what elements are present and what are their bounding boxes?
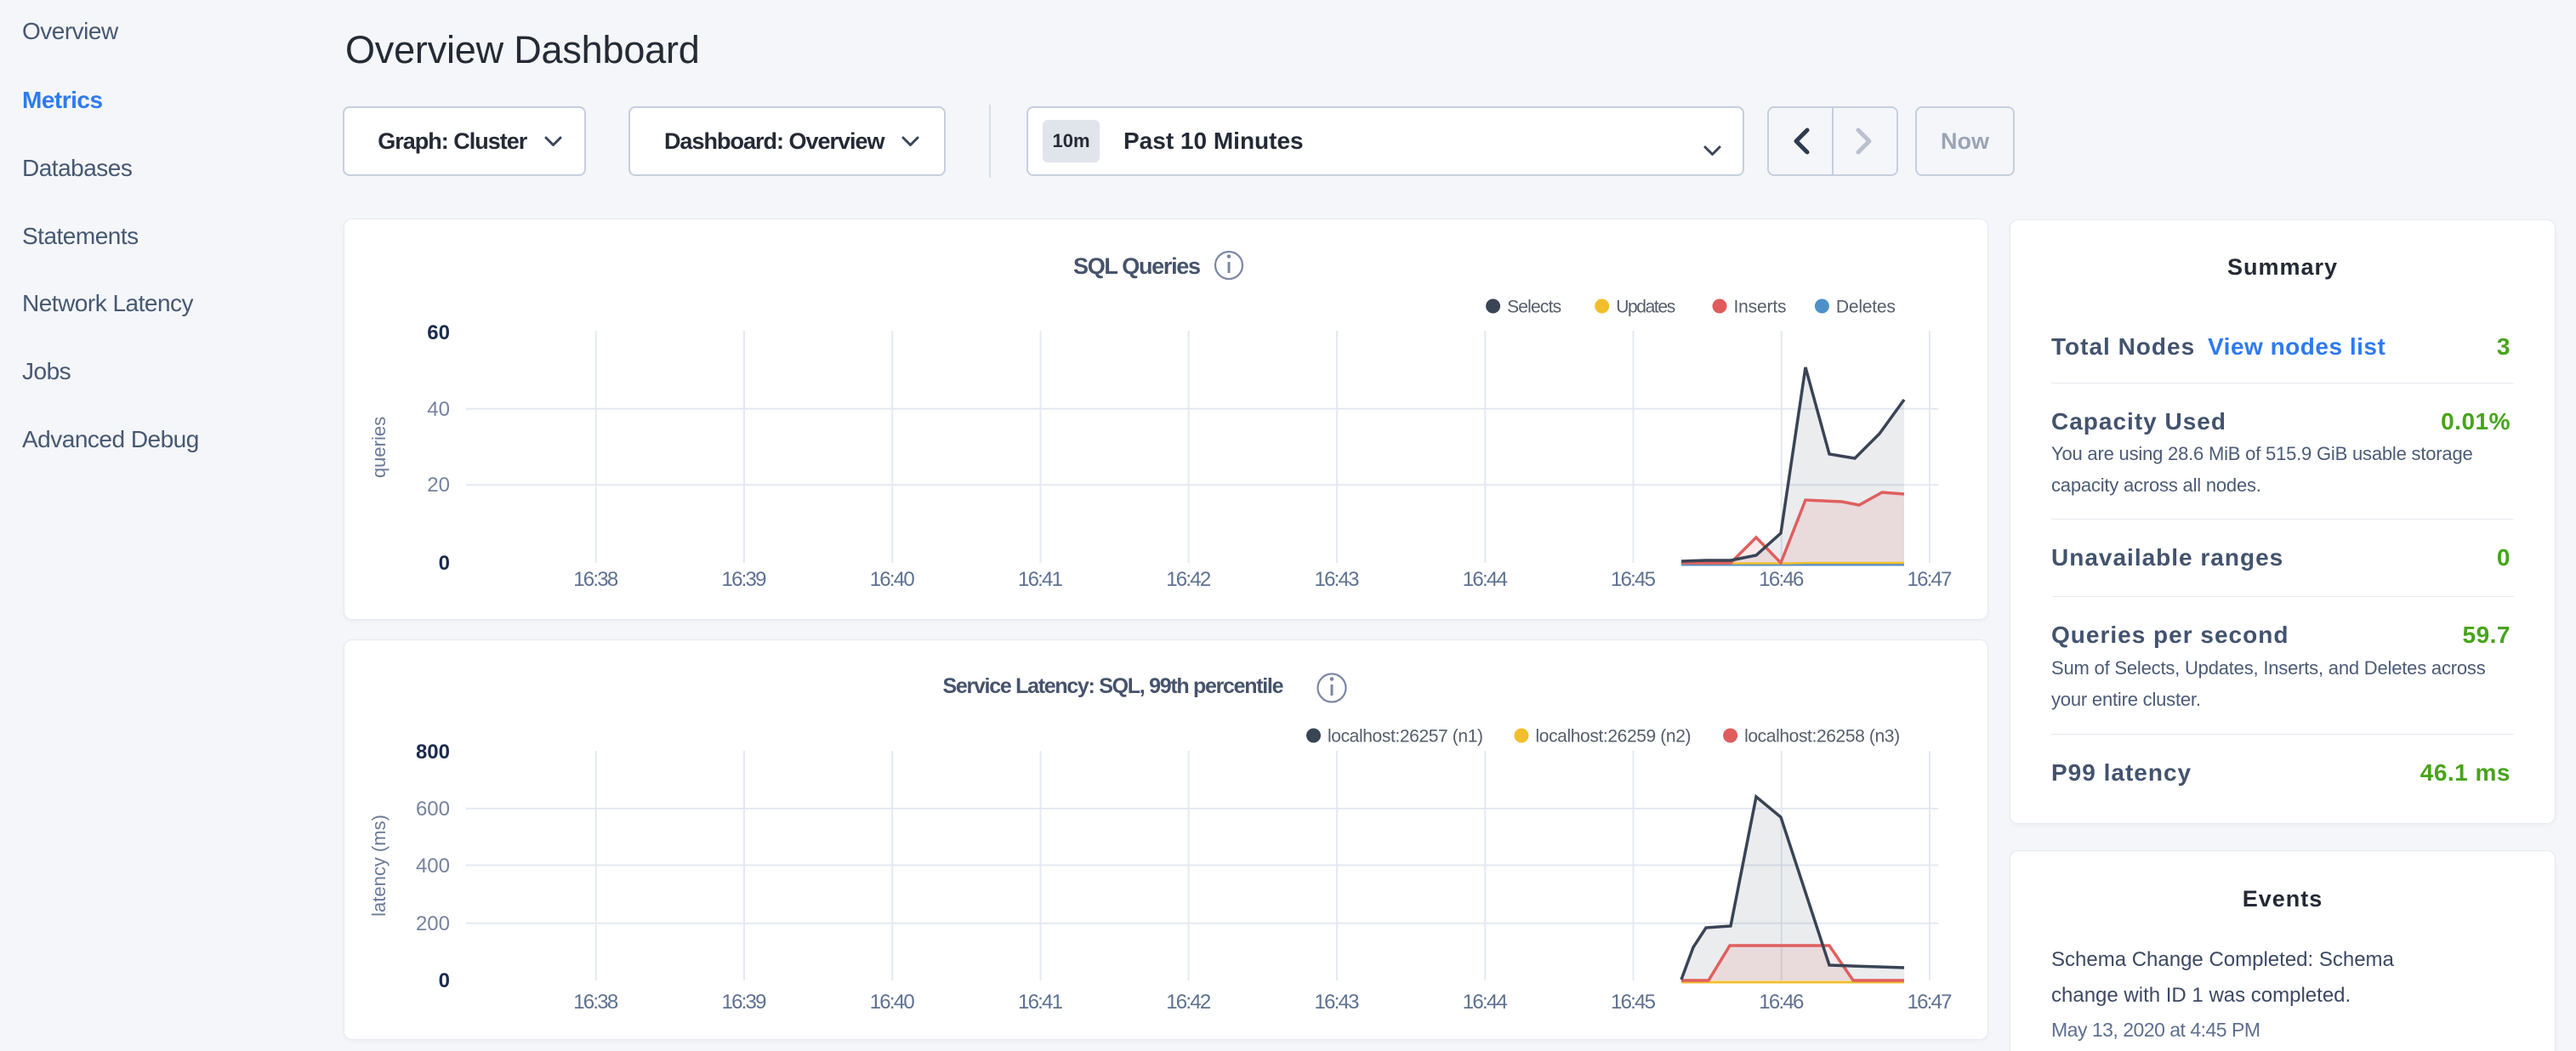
svg-text:40: 40 — [427, 398, 450, 421]
svg-text:20: 20 — [427, 474, 450, 497]
svg-text:16:39: 16:39 — [722, 991, 767, 1014]
svg-text:60: 60 — [427, 321, 450, 344]
svg-text:latency (ms): latency (ms) — [368, 815, 390, 917]
svg-text:16:46: 16:46 — [1759, 991, 1804, 1014]
svg-text:200: 200 — [416, 912, 450, 935]
svg-text:16:44: 16:44 — [1463, 568, 1508, 591]
svg-text:Deletes: Deletes — [1836, 298, 1896, 317]
svg-text:16:47: 16:47 — [1908, 568, 1953, 591]
svg-text:Inserts: Inserts — [1734, 298, 1787, 317]
svg-text:16:42: 16:42 — [1166, 991, 1211, 1014]
svg-text:16:40: 16:40 — [870, 991, 915, 1014]
svg-text:16:43: 16:43 — [1315, 991, 1360, 1014]
svg-text:16:39: 16:39 — [722, 568, 767, 591]
svg-text:localhost:26258 (n3): localhost:26258 (n3) — [1744, 727, 1900, 747]
svg-text:Selects: Selects — [1507, 298, 1561, 317]
svg-text:16:41: 16:41 — [1018, 568, 1063, 591]
svg-text:16:40: 16:40 — [870, 568, 915, 591]
svg-text:queries: queries — [368, 417, 390, 478]
svg-text:16:38: 16:38 — [573, 991, 618, 1014]
svg-text:16:45: 16:45 — [1611, 568, 1656, 591]
svg-text:localhost:26257 (n1): localhost:26257 (n1) — [1328, 727, 1483, 747]
svg-text:16:47: 16:47 — [1908, 991, 1953, 1014]
svg-text:0: 0 — [439, 969, 450, 992]
svg-text:400: 400 — [416, 855, 450, 878]
svg-text:16:43: 16:43 — [1315, 568, 1360, 591]
svg-text:16:45: 16:45 — [1611, 991, 1656, 1014]
svg-text:Updates: Updates — [1616, 298, 1675, 317]
svg-text:800: 800 — [416, 741, 450, 764]
svg-text:16:46: 16:46 — [1759, 568, 1804, 591]
svg-text:SQL Queries: SQL Queries — [1073, 253, 1201, 279]
svg-text:Service Latency: SQL, 99th per: Service Latency: SQL, 99th percentile — [943, 674, 1284, 698]
svg-text:localhost:26259 (n2): localhost:26259 (n2) — [1536, 727, 1692, 747]
svg-text:16:44: 16:44 — [1463, 991, 1508, 1014]
svg-text:16:42: 16:42 — [1166, 568, 1211, 591]
svg-text:0: 0 — [439, 552, 450, 575]
svg-text:600: 600 — [416, 798, 450, 821]
svg-text:16:41: 16:41 — [1018, 991, 1063, 1014]
svg-text:16:38: 16:38 — [573, 568, 618, 591]
